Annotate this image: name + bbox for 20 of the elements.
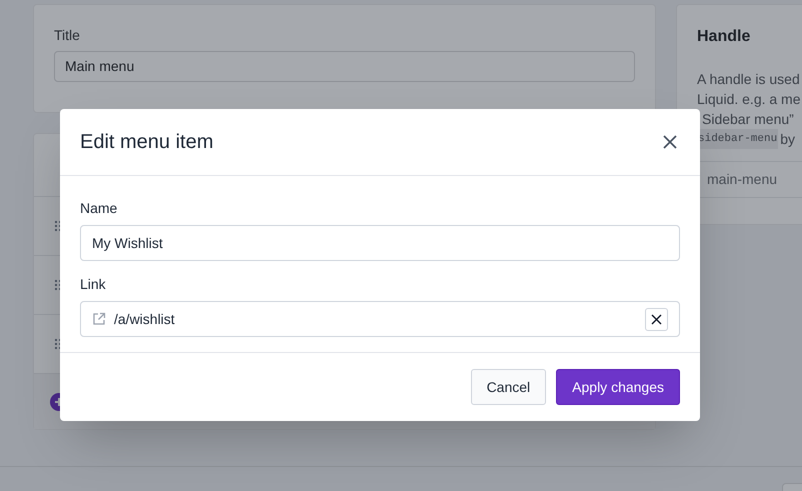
field-label: Link: [80, 275, 107, 294]
description-line: Sidebar menu”: [702, 110, 794, 129]
cancel-button[interactable]: Cancel: [470, 369, 546, 405]
dialog-title: Edit menu item: [80, 130, 214, 155]
external-link-icon: [92, 312, 106, 326]
description-text: by: [780, 130, 796, 149]
description-line: A handle is used: [697, 70, 800, 89]
card-heading: Handle: [697, 28, 750, 45]
close-icon: [663, 135, 677, 149]
clear-button[interactable]: [645, 308, 668, 330]
link-field[interactable]: /a/wishlist: [80, 301, 680, 337]
title-field[interactable]: Main menu: [54, 51, 635, 82]
link-value: /a/wishlist: [114, 310, 176, 328]
field-label: Name: [80, 199, 118, 218]
description-line: Liquid. e.g. a me: [697, 90, 801, 109]
field-label: Title: [54, 26, 81, 45]
name-field[interactable]: My Wishlist: [80, 225, 680, 261]
apply-button[interactable]: Apply changes: [556, 369, 680, 405]
close-icon: [651, 314, 662, 324]
code-snippet: sidebar-menu: [697, 129, 778, 149]
